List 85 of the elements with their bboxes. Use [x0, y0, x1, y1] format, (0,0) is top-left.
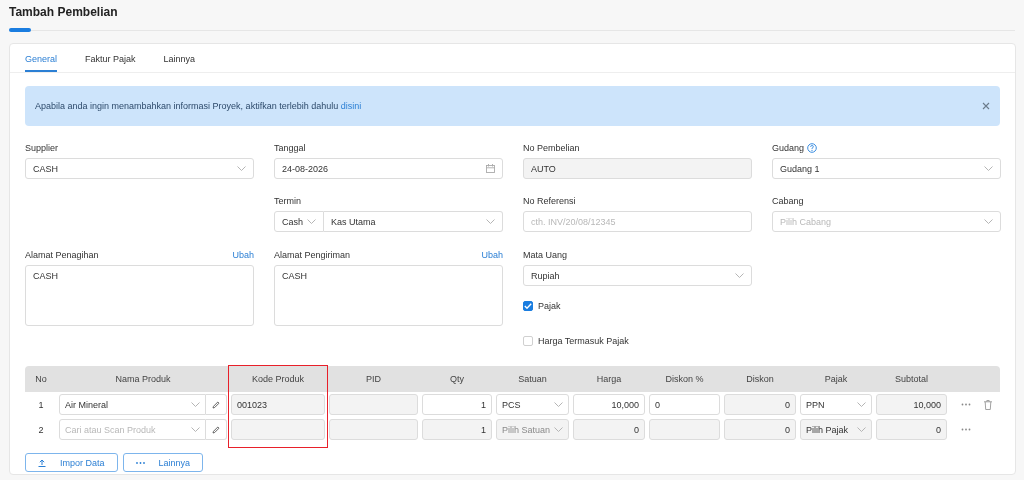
select-field[interactable]: CASH [25, 158, 254, 179]
field-label: No Pembelian [523, 143, 580, 153]
select-field[interactable]: Kas Utama [324, 211, 503, 232]
address-field[interactable]: CASH [274, 265, 503, 326]
field-label: Mata Uang [523, 250, 568, 260]
checkbox-label: Pajak [538, 301, 561, 311]
more-icon [961, 403, 971, 406]
checkbox-label: Harga Termasuk Pajak [538, 336, 629, 346]
chevron-down-icon [191, 427, 200, 432]
calendar-icon [486, 164, 495, 173]
select-field[interactable]: Gudang 1 [772, 158, 1001, 179]
upload-icon [38, 458, 46, 467]
checkbox[interactable] [523, 301, 533, 311]
chevron-down-icon [735, 273, 744, 278]
tab[interactable]: Faktur Pajak [85, 44, 136, 72]
table-cell-text: 2 [37, 423, 45, 437]
column-header: Nama Produk [114, 373, 172, 386]
column-header: Harga [595, 373, 623, 386]
input-field: 0 [724, 419, 796, 440]
column-header: No [34, 373, 48, 386]
column-header: Diskon [745, 373, 775, 386]
chevron-down-icon [984, 219, 993, 224]
field-label: Tanggal [274, 143, 306, 153]
input-field[interactable]: 1 [422, 394, 492, 415]
column-header: Diskon % [664, 373, 705, 386]
trash-icon [984, 399, 992, 410]
field-label: Gudang [772, 143, 805, 153]
select-field: Pilih Satuan [496, 419, 569, 440]
chevron-down-icon [191, 402, 200, 407]
pencil-icon [212, 400, 220, 409]
input-field: 1 [422, 419, 492, 440]
input-field: 0 [724, 394, 796, 415]
column-header: PID [365, 373, 382, 386]
tab[interactable]: General [25, 44, 58, 72]
column-header: Satuan [517, 373, 548, 386]
edit-link[interactable]: Ubah [232, 250, 254, 260]
edit-button[interactable] [206, 394, 227, 415]
close-icon [982, 102, 990, 110]
column-header: Subtotal [894, 373, 929, 386]
edit-button[interactable] [206, 419, 227, 440]
field-label: Alamat Penagihan [25, 250, 99, 260]
input-field[interactable]: 10,000 [573, 394, 645, 415]
tab[interactable]: Lainnya [163, 44, 196, 72]
chevron-down-icon [554, 427, 563, 432]
chevron-down-icon [486, 219, 495, 224]
chevron-down-icon [237, 166, 246, 171]
column-header: Pajak [823, 373, 849, 386]
input-field: AUTO [523, 158, 752, 179]
chevron-down-icon [984, 166, 993, 171]
date-field[interactable]: 24-08-2026 [274, 158, 503, 179]
table-cell-text: 1 [37, 398, 45, 412]
input-field: 0 [573, 419, 645, 440]
field-label: Termin [274, 196, 301, 206]
input-field: 001023 [231, 394, 325, 415]
edit-link[interactable]: Ubah [481, 250, 503, 260]
title-underline [9, 28, 31, 32]
select-field[interactable]: PCS [496, 394, 569, 415]
check-icon [524, 303, 532, 309]
pencil-icon [212, 425, 220, 434]
page-title: Tambah Pembelian [9, 5, 119, 19]
action-button[interactable]: Impor Data [25, 453, 118, 472]
more-icon [135, 461, 145, 464]
select-field[interactable]: Air Mineral [59, 394, 206, 415]
column-header: Kode Produk [250, 373, 305, 386]
select-field[interactable]: PPN [800, 394, 872, 415]
chevron-down-icon [554, 402, 563, 407]
input-field: 0 [876, 419, 947, 440]
more-icon [961, 428, 971, 431]
column-header: Qty [449, 373, 465, 386]
chevron-down-icon [857, 402, 866, 407]
field-label: Cabang [772, 196, 804, 206]
field-label: No Referensi [523, 196, 576, 206]
alert-message: Apabila anda ingin menambahkan informasi Proyek, aktifkan terlebih dahulu disini [35, 101, 362, 111]
chevron-down-icon [857, 427, 866, 432]
input-field[interactable]: 0 [649, 394, 720, 415]
address-field[interactable]: CASH [25, 265, 254, 326]
chevron-down-icon [307, 219, 316, 224]
select-field[interactable]: Rupiah [523, 265, 752, 286]
action-button[interactable]: Lainnya [122, 453, 204, 472]
input-field: 10,000 [876, 394, 947, 415]
field-label: Supplier [25, 143, 59, 153]
field-label: Alamat Pengiriman [274, 250, 351, 260]
input-field [649, 419, 720, 440]
select-field: Pilih Pajak [800, 419, 872, 440]
select-field[interactable]: Cash [274, 211, 324, 232]
